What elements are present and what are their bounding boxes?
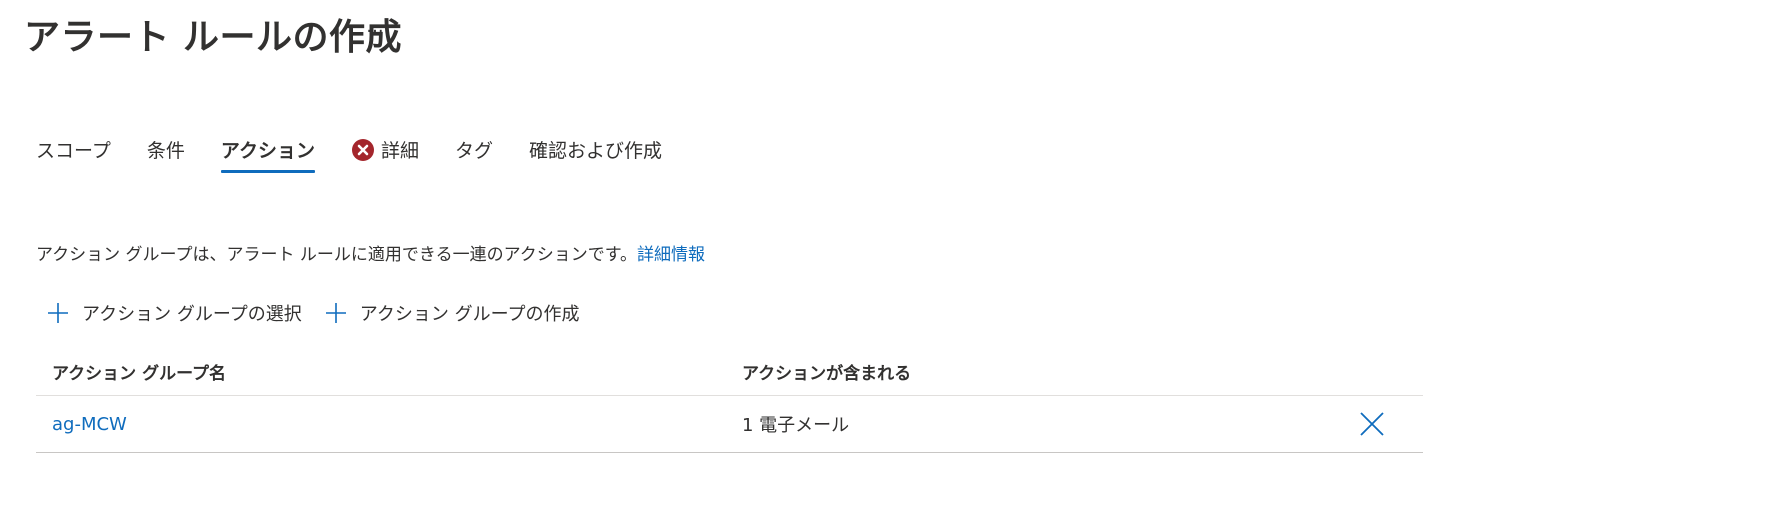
tab-label: アクション (220, 140, 315, 162)
table-row: ag-MCW 1 電子メール (36, 396, 1423, 453)
page-title: アラート ルールの作成 (24, 17, 403, 58)
error-circle-icon (351, 138, 374, 161)
create-action-group-label: アクション グループの作成 (359, 304, 580, 325)
tab-label: 確認および作成 (528, 140, 662, 162)
tab-review-create[interactable]: 確認および作成 (529, 136, 662, 173)
action-group-link[interactable]: ag-MCW (52, 414, 127, 435)
tab-label: タグ (454, 140, 493, 162)
tab-tags[interactable]: タグ (455, 136, 493, 173)
learn-more-link[interactable]: 詳細情報 (637, 245, 705, 265)
action-group-table: アクション グループ名 アクションが含まれる ag-MCW 1 電子メール (36, 348, 1423, 453)
tab-label: スコープ (36, 140, 111, 162)
column-header-actions: アクションが含まれる (742, 364, 912, 384)
tab-details[interactable]: 詳細 (351, 136, 419, 173)
page: アラート ルールの作成 ··· スコープ 条件 アクション 詳細 タグ 確認およ… (0, 0, 1786, 531)
close-icon[interactable] (1358, 410, 1386, 438)
tab-actions[interactable]: アクション (220, 136, 316, 173)
table-cell-delete (1342, 410, 1423, 438)
table-cell-name: ag-MCW (36, 414, 742, 435)
description: アクション グループは、アラート ルールに適用できる一連のアクションです。詳細情… (36, 240, 705, 265)
plus-icon (48, 303, 68, 323)
table-cell-actions: 1 電子メール (742, 415, 850, 436)
create-action-group-button[interactable]: アクション グループの作成 (324, 300, 580, 326)
tab-condition[interactable]: 条件 (147, 136, 185, 173)
column-header-name: アクション グループ名 (52, 364, 227, 384)
description-text: アクション グループは、アラート ルールに適用できる一連のアクションです。 (36, 245, 638, 265)
table-header: アクション グループ名 アクションが含まれる (36, 348, 1423, 396)
tab-label: 詳細 (380, 140, 419, 162)
command-bar: アクション グループの選択 アクション グループの作成 (46, 300, 602, 326)
ellipsis-icon: ··· (366, 20, 384, 42)
tab-scope[interactable]: スコープ (36, 136, 111, 173)
tab-list: スコープ 条件 アクション 詳細 タグ 確認および作成 (36, 136, 698, 180)
select-action-group-button[interactable]: アクション グループの選択 (46, 300, 302, 326)
tab-label: 条件 (146, 140, 185, 162)
more-options-button[interactable]: ··· (360, 16, 390, 46)
select-action-group-label: アクション グループの選択 (82, 304, 302, 325)
plus-icon (325, 303, 346, 323)
